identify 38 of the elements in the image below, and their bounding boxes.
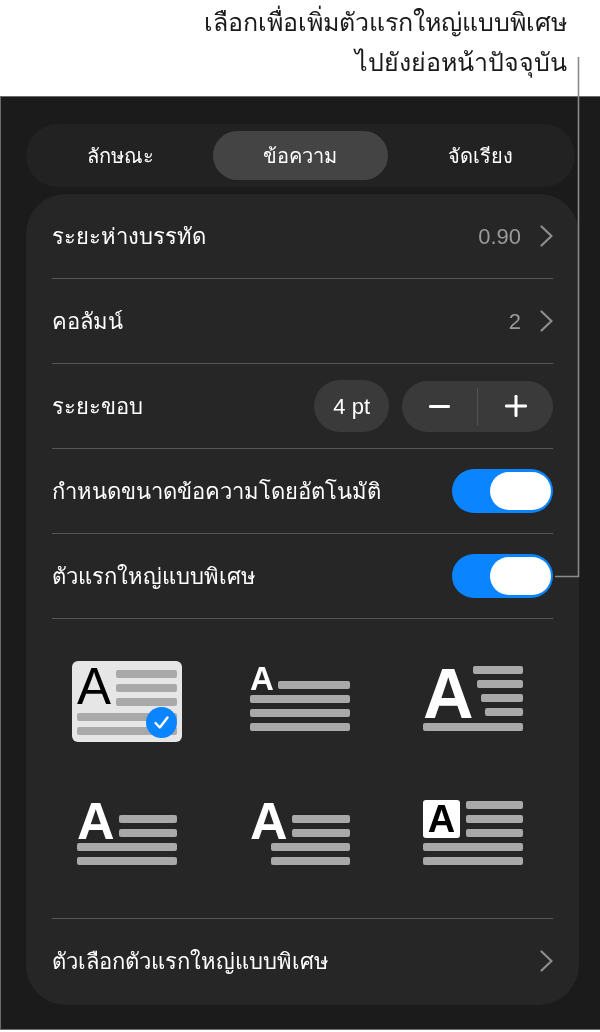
text-lines-icon [119,815,177,837]
text-lines-icon [250,695,350,731]
plus-icon [504,395,527,417]
tab[interactable]: จัดเรียง [392,131,568,180]
drop-cap-style-option[interactable]: A [245,661,355,742]
setting-value: 0.90 [478,222,521,251]
checkmark-icon [146,707,177,738]
text-lines-icon [77,843,177,865]
text-lines-icon [292,815,350,837]
tab[interactable]: ลักษณะ [33,131,209,180]
chevron-right-icon[interactable] [540,225,553,247]
minus-icon [429,404,450,408]
setting-label: กำหนดขนาดข้อความโดยอัตโนมัติ [52,477,381,506]
text-lines-icon [116,670,177,706]
drop-cap-style-option[interactable]: A [418,795,528,876]
setting-label: ตัวแรกใหญ่แบบพิเศษ [52,562,256,591]
setting-label: คอลัมน์ [52,307,123,336]
text-lines-icon [473,666,523,716]
increment-button[interactable] [478,380,553,432]
drop-cap-style-option[interactable]: A [245,795,355,876]
toggle-switch[interactable] [452,554,553,598]
drop-cap-style-option[interactable]: A [72,661,182,742]
text-lines-icon [423,723,523,731]
toggle-switch[interactable] [452,469,553,513]
tab[interactable]: ข้อความ [212,131,389,180]
drop-cap-style-option[interactable]: A [418,661,528,742]
drop-cap-style-option[interactable]: A [72,795,182,876]
text-lines-icon [466,801,523,837]
text-lines-icon [278,681,350,689]
setting-label: ระยะขอบ [52,392,143,421]
chevron-right-icon[interactable] [540,950,553,972]
text-lines-icon [423,843,523,865]
setting-value: 2 [508,307,521,336]
callout-text: เลือกเพื่อเพิ่มตัวแรกใหญ่แบบพิเศษ ไปยังย่อหน้าปัจจุบัน [204,2,567,82]
chevron-right-icon[interactable] [540,310,553,332]
margin-value-field[interactable]: 4 pt [314,380,389,432]
setting-label: ระยะห่างบรรทัด [52,222,206,251]
setting-label[interactable]: ตัวเลือกตัวแรกใหญ่แบบพิเศษ [52,944,329,978]
